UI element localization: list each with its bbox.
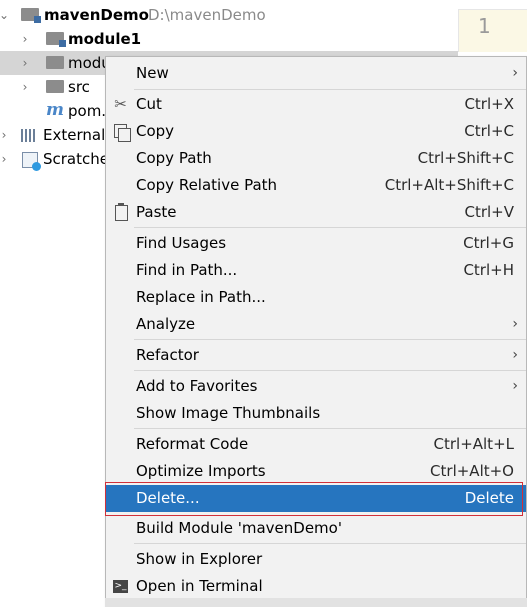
scissors-icon: ✂ — [114, 95, 127, 113]
menu-item-label: Build Module 'mavenDemo' — [136, 519, 342, 537]
context-menu: New › ✂ Cut Ctrl+X Copy Ctrl+C Copy Path… — [105, 56, 527, 607]
menu-item-label: Show Image Thumbnails — [136, 404, 321, 422]
paste-icon — [115, 203, 128, 221]
menu-item-label: Copy Path — [136, 149, 212, 167]
folder-icon — [46, 56, 64, 69]
menu-separator — [134, 428, 526, 429]
chevron-right-icon[interactable]: › — [0, 147, 11, 171]
menu-item-shortcut: Ctrl+C — [464, 122, 514, 140]
editor-tab-bar — [458, 0, 527, 10]
menu-item-label: Replace in Path... — [136, 288, 266, 306]
menu-bottom-edge — [105, 598, 527, 607]
menu-item-label: Delete... — [136, 489, 200, 507]
menu-item-add-to-favorites[interactable]: Add to Favorites › — [106, 373, 526, 400]
menu-item-reformat-code[interactable]: Reformat Code Ctrl+Alt+L — [106, 431, 526, 458]
folder-icon — [46, 80, 64, 93]
menu-item-refactor[interactable]: Refactor › — [106, 342, 526, 369]
menu-item-label: Analyze — [136, 315, 196, 333]
chevron-right-icon[interactable]: › — [18, 27, 32, 51]
menu-item-label: Copy — [136, 122, 175, 140]
menu-item-label: Refactor — [136, 346, 199, 364]
menu-item-analyze[interactable]: Analyze › — [106, 311, 526, 338]
module-folder-icon — [46, 32, 66, 47]
menu-item-copy-relative-path[interactable]: Copy Relative Path Ctrl+Alt+Shift+C — [106, 172, 526, 199]
menu-item-open-in-terminal[interactable]: >_ Open in Terminal — [106, 573, 526, 600]
module-folder-icon — [21, 8, 41, 23]
menu-item-shortcut: Ctrl+Shift+C — [417, 149, 514, 167]
menu-separator — [134, 227, 526, 228]
chevron-right-icon: › — [512, 347, 518, 363]
menu-item-label: Add to Favorites — [136, 377, 258, 395]
chevron-right-icon[interactable]: › — [18, 75, 32, 99]
menu-separator — [134, 339, 526, 340]
menu-item-optimize-imports[interactable]: Optimize Imports Ctrl+Alt+O — [106, 458, 526, 485]
scratches-icon — [22, 152, 41, 171]
maven-icon: m — [46, 100, 64, 120]
libraries-icon — [21, 129, 35, 142]
menu-item-label: Find Usages — [136, 234, 227, 252]
menu-item-label: New — [136, 64, 169, 82]
chevron-right-icon: › — [512, 316, 518, 332]
terminal-icon: >_ — [113, 580, 128, 593]
menu-item-shortcut: Delete — [464, 489, 514, 507]
menu-item-label: Cut — [136, 95, 162, 113]
chevron-right-icon[interactable]: › — [0, 123, 11, 147]
menu-item-cut[interactable]: ✂ Cut Ctrl+X — [106, 91, 526, 118]
menu-separator — [134, 370, 526, 371]
menu-item-build-module[interactable]: Build Module 'mavenDemo' — [106, 515, 526, 542]
menu-item-paste[interactable]: Paste Ctrl+V — [106, 199, 526, 226]
chevron-right-icon[interactable]: › — [18, 51, 32, 75]
menu-item-find-in-path[interactable]: Find in Path... Ctrl+H — [106, 257, 526, 284]
line-number: 1 — [478, 14, 491, 38]
chevron-right-icon: › — [512, 65, 518, 81]
menu-item-shortcut: Ctrl+G — [463, 234, 514, 252]
menu-separator — [134, 89, 526, 90]
chevron-right-icon: › — [512, 378, 518, 394]
menu-item-replace-in-path[interactable]: Replace in Path... — [106, 284, 526, 311]
menu-item-find-usages[interactable]: Find Usages Ctrl+G — [106, 230, 526, 257]
src-label: src — [68, 78, 90, 96]
root-module-name: mavenDemo — [44, 6, 149, 24]
menu-item-label: Show in Explorer — [136, 550, 263, 568]
chevron-down-icon[interactable]: ⌄ — [0, 3, 11, 27]
menu-item-show-in-explorer[interactable]: Show in Explorer — [106, 546, 526, 573]
menu-item-label: Open in Terminal — [136, 577, 263, 595]
menu-item-new[interactable]: New › — [106, 60, 526, 87]
menu-item-show-image-thumbnails[interactable]: Show Image Thumbnails — [106, 400, 526, 427]
menu-item-copy-path[interactable]: Copy Path Ctrl+Shift+C — [106, 145, 526, 172]
menu-item-shortcut: Ctrl+Alt+Shift+C — [384, 176, 514, 194]
menu-item-shortcut: Ctrl+Alt+O — [430, 462, 514, 480]
menu-item-label: Reformat Code — [136, 435, 249, 453]
menu-item-label: Copy Relative Path — [136, 176, 278, 194]
menu-separator — [134, 543, 526, 544]
menu-item-shortcut: Ctrl+X — [464, 95, 514, 113]
menu-item-label: Optimize Imports — [136, 462, 266, 480]
menu-item-shortcut: Ctrl+V — [464, 203, 514, 221]
menu-item-shortcut: Ctrl+H — [463, 261, 514, 279]
menu-item-copy[interactable]: Copy Ctrl+C — [106, 118, 526, 145]
module1-label: module1 — [68, 30, 142, 48]
root-module-path: D:\mavenDemo — [148, 6, 266, 24]
menu-item-shortcut: Ctrl+Alt+L — [433, 435, 515, 453]
menu-item-label: Find in Path... — [136, 261, 238, 279]
menu-item-delete[interactable]: Delete... Delete — [106, 485, 526, 512]
menu-item-label: Paste — [136, 203, 177, 221]
